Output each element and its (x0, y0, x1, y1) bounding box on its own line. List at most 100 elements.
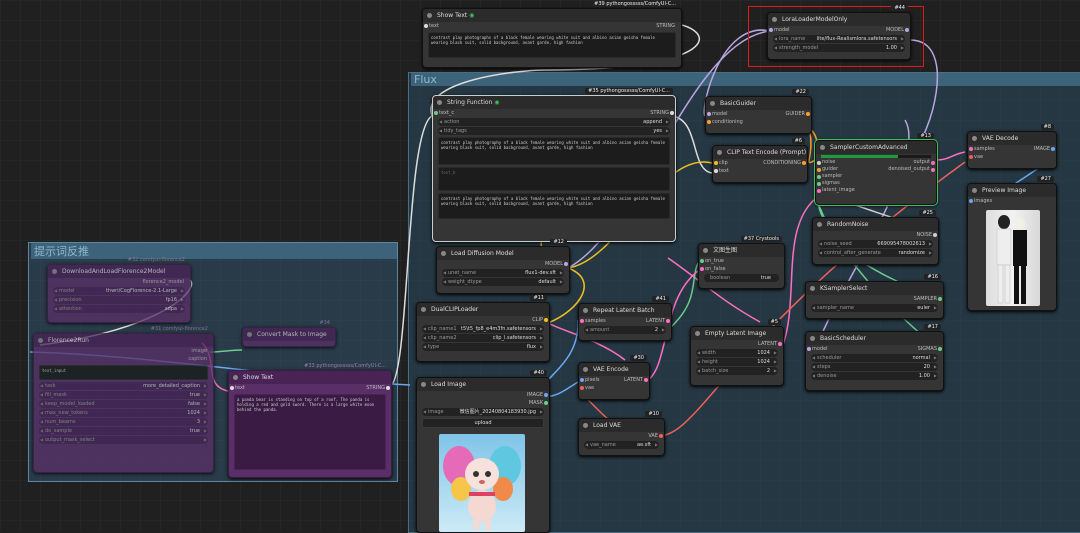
sampler-name-select[interactable]: sampler_name euler (811, 304, 938, 312)
input-socket[interactable] (714, 169, 718, 173)
tidy-tags-select[interactable]: tidy_tags yes (438, 127, 670, 135)
node-text-image-switch[interactable]: #37 Crystools 文图生图 on_true on_false bool… (698, 236, 785, 289)
florence-model-select[interactable]: model thwri/CogFlorence-2.1-Large (53, 287, 185, 295)
node-sampler-custom-advanced[interactable]: #13 SamplerCustomAdvanced noise output gu… (814, 133, 938, 206)
input-socket[interactable] (230, 386, 234, 390)
node-show-text-caption[interactable]: #33 pythongosssss/ComfyUI-C... Show Text… (228, 363, 392, 478)
input-socket[interactable] (580, 319, 584, 323)
node-ksampler-select[interactable]: #16 KSamplerSelect SAMPLER sampler_name e… (805, 274, 944, 319)
node-convert-mask-to-image[interactable]: #34 Convert Mask to Image (242, 320, 336, 347)
input-socket[interactable] (580, 378, 584, 382)
weight-dtype-select[interactable]: weight_dtype default (442, 278, 564, 286)
input-socket[interactable] (807, 347, 811, 351)
output-socket[interactable] (659, 434, 663, 438)
input-socket[interactable] (817, 182, 821, 186)
florence-option-widget[interactable]: task more_detailed_caption (39, 382, 208, 390)
node-clip-text-encode[interactable]: #6 CLIP Text Encode (Prompt) clip CONDITI… (712, 138, 808, 183)
output-socket[interactable] (386, 386, 390, 390)
input-socket[interactable] (969, 155, 973, 159)
text-display[interactable]: contrast play photographs of a black fem… (428, 32, 676, 58)
text-output[interactable]: contrast play photography of a black fem… (438, 193, 670, 219)
input-socket[interactable] (817, 168, 821, 172)
output-socket[interactable] (666, 319, 670, 323)
control-after-generate-select[interactable]: control_after_generate randomize (818, 249, 933, 257)
text-b-input[interactable]: text_b (438, 167, 670, 191)
florence-option-widget[interactable]: do_sample true (39, 427, 208, 435)
node-load-image[interactable]: #40 Load Image IMAGE MASK image 微信图片_2024… (416, 370, 550, 533)
clip-name2-select[interactable]: clip_name2 clip_l.safetensors (422, 334, 544, 342)
florence-option-widget[interactable]: keep_model_loaded false (39, 400, 208, 408)
clip-type-select[interactable]: type flux (422, 343, 544, 351)
unet-name-select[interactable]: unet_name flux1-dev.sft (442, 269, 564, 277)
node-string-function[interactable]: #35 pythongosssss/ComfyUI-C... String Fu… (432, 88, 676, 242)
height-stepper[interactable]: height 1024 (696, 358, 778, 366)
florence-option-widget[interactable]: fill_mask true (39, 391, 208, 399)
florence-option-widget[interactable]: max_new_tokens 1024 (39, 409, 208, 417)
input-socket[interactable] (700, 259, 704, 263)
loaded-image-preview[interactable] (439, 434, 525, 532)
input-socket[interactable] (707, 120, 711, 124)
input-socket[interactable] (817, 175, 821, 179)
node-dual-clip-loader[interactable]: #11 DualCLIPLoader CLIP clip_name1 t5\t5_… (416, 295, 550, 362)
node-random-noise[interactable]: #25 RandomNoise NOISE noise_seed 66909547… (812, 210, 939, 265)
output-socket[interactable] (905, 28, 909, 32)
preview-output-image[interactable] (986, 210, 1040, 306)
node-basic-scheduler[interactable]: #17 BasicScheduler model SIGMAS scheduler… (805, 324, 944, 391)
boolean-toggle[interactable]: boolean true (704, 274, 779, 282)
node-load-diffusion-model[interactable]: #12 Load Diffusion Model MODEL unet_name… (436, 239, 570, 294)
vae-name-select[interactable]: vae_name ae.sft (584, 441, 659, 449)
output-socket[interactable] (802, 161, 806, 165)
florence-option-widget[interactable]: output_mask_select (39, 436, 208, 444)
input-socket[interactable] (969, 147, 973, 151)
output-socket[interactable] (938, 297, 942, 301)
amount-stepper[interactable]: amount 2 (584, 326, 666, 334)
clip-name1-select[interactable]: clip_name1 t5\t5_fp8_e4m3fn.safetensors (422, 325, 544, 333)
output-socket[interactable] (931, 161, 935, 165)
output-socket[interactable] (544, 318, 548, 322)
upload-button[interactable]: upload (422, 418, 544, 428)
output-socket[interactable] (778, 342, 782, 346)
node-florence2-run[interactable]: #31 comfyui-florence2 Florence2Run image… (33, 326, 214, 473)
caption-text-display[interactable]: a panda bear is standing on top of a roo… (234, 394, 386, 470)
output-socket[interactable] (544, 393, 548, 397)
node-show-text[interactable]: #39 pythongosssss/ComfyUI-C... Show Text… (422, 1, 682, 68)
output-socket[interactable] (1051, 147, 1055, 151)
input-socket[interactable] (714, 161, 718, 165)
output-socket[interactable] (644, 378, 648, 382)
strength-model-stepper[interactable]: strength_model 1.00 (773, 44, 905, 52)
output-socket[interactable] (931, 168, 935, 172)
node-vae-decode[interactable]: #8 VAE Decode samples IMAGE vae (967, 124, 1057, 169)
node-empty-latent-image[interactable]: #5 Empty Latent Image LATENT width 1024 h… (690, 319, 784, 386)
input-socket[interactable] (817, 161, 821, 165)
text-a-input[interactable]: contrast play photography of a black fem… (438, 137, 670, 165)
input-socket[interactable] (707, 112, 711, 116)
node-preview-image[interactable]: #27 Preview Image images (967, 176, 1057, 311)
input-socket[interactable] (580, 386, 584, 390)
batch-size-stepper[interactable]: batch_size 2 (696, 367, 778, 375)
node-repeat-latent-batch[interactable]: #41 Repeat Latent Batch samples LATENT am… (578, 296, 672, 341)
scheduler-select[interactable]: scheduler normal (811, 354, 938, 362)
text-input-field[interactable]: text_input (39, 365, 208, 380)
width-stepper[interactable]: width 1024 (696, 349, 778, 357)
input-socket[interactable] (969, 199, 973, 203)
node-download-florence2-model[interactable]: #32 comfyui-florence2 DownloadAndLoadFlo… (47, 257, 191, 323)
noise-seed-stepper[interactable]: noise_seed 669095478002613 (818, 240, 933, 248)
node-lora-loader[interactable]: #44 LoraLoaderModelOnly model MODEL lora_… (767, 5, 911, 60)
output-socket[interactable] (670, 111, 674, 115)
output-socket[interactable] (938, 347, 942, 351)
image-file-select[interactable]: image 微信图片_20240804183930.jpg (422, 408, 544, 416)
output-socket[interactable] (544, 401, 548, 405)
precision-select[interactable]: precision fp16 (53, 296, 185, 304)
denoise-stepper[interactable]: denoise 1.00 (811, 372, 938, 380)
node-load-vae[interactable]: #10 Load VAE VAE vae_name ae.sft (578, 411, 665, 456)
steps-stepper[interactable]: steps 20 (811, 363, 938, 371)
node-basic-guider[interactable]: #22 BasicGuider model GUIDER conditioning (705, 89, 812, 134)
input-socket[interactable] (700, 267, 704, 271)
output-socket[interactable] (564, 262, 568, 266)
input-socket[interactable] (424, 24, 428, 28)
output-socket[interactable] (933, 233, 937, 237)
florence-option-widget[interactable]: num_beams 3 (39, 418, 208, 426)
output-socket[interactable] (806, 112, 810, 116)
lora-name-select[interactable]: lora_name lite/flux-Realismlora.safetenso… (773, 35, 905, 43)
attention-select[interactable]: attention sdpa (53, 305, 185, 313)
